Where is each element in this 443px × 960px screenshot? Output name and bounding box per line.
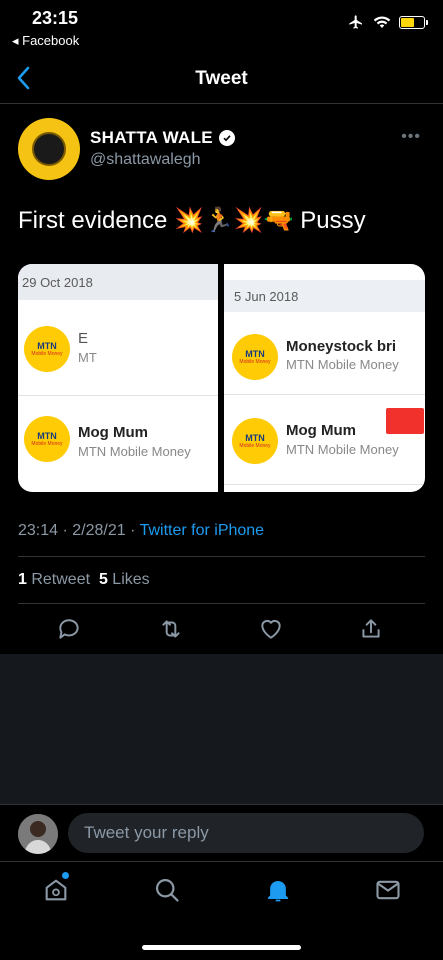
tweet-meta: 23:14 · 2/28/21 · Twitter for iPhone bbox=[18, 522, 264, 540]
transaction-name: Mog Mum bbox=[286, 422, 356, 439]
tweet-actions bbox=[0, 612, 443, 648]
author-name: SHATTA WALE bbox=[90, 128, 213, 147]
wifi-icon bbox=[373, 16, 391, 28]
media-image-right[interactable]: 5 Jun 2018 MTN Mobile Money Moneystock br… bbox=[224, 264, 425, 492]
bell-icon[interactable] bbox=[264, 876, 292, 904]
like-label[interactable]: Likes bbox=[108, 571, 149, 588]
tweet-timestamp: 23:14 · 2/28/21 · bbox=[18, 522, 140, 539]
divider bbox=[18, 556, 425, 557]
tweet-stats: 1 Retweet 5 Likes bbox=[18, 571, 150, 589]
more-icon[interactable]: ••• bbox=[401, 128, 421, 146]
author-handle[interactable]: @shattawalegh bbox=[90, 151, 201, 169]
transaction-name: E bbox=[78, 330, 89, 347]
comment-icon[interactable] bbox=[56, 616, 82, 642]
transaction-provider: MTN Mobile Money bbox=[286, 357, 399, 372]
reply-bar: Tweet your reply bbox=[0, 804, 443, 862]
verified-badge-icon bbox=[218, 130, 235, 146]
redaction-mark bbox=[386, 408, 424, 434]
mtn-logo: MTN Mobile Money bbox=[24, 416, 70, 462]
transaction-provider: MTN Mobile Money bbox=[286, 442, 399, 457]
home-icon[interactable] bbox=[42, 876, 70, 904]
airplane-icon bbox=[349, 15, 362, 29]
mtn-logo: MTN Mobile Money bbox=[232, 418, 278, 464]
navigation-bar: Tweet bbox=[0, 56, 443, 104]
transaction-name: Mog Mum bbox=[78, 424, 148, 441]
back-to-app-link[interactable]: ◂ Facebook bbox=[12, 33, 79, 49]
mail-icon[interactable] bbox=[374, 876, 402, 904]
retweet-label[interactable]: Retweet bbox=[27, 571, 90, 588]
reply-input[interactable]: Tweet your reply bbox=[68, 813, 424, 853]
status-time: 23:15 bbox=[32, 8, 79, 28]
author-name-row[interactable]: SHATTA WALE bbox=[90, 128, 235, 148]
page-title: Tweet bbox=[195, 68, 248, 89]
mtn-logo: MTN Mobile Money bbox=[232, 334, 278, 380]
tweet-text: First evidence 💥🏃💥🔫 Pussy bbox=[18, 207, 366, 234]
transaction-provider: MT bbox=[78, 350, 97, 365]
battery-icon bbox=[399, 15, 428, 29]
home-indicator bbox=[142, 945, 301, 950]
mtn-logo: MTN Mobile Money bbox=[24, 326, 70, 372]
date-header: 5 Jun 2018 bbox=[224, 280, 425, 312]
user-avatar[interactable] bbox=[18, 814, 58, 854]
tweet-media[interactable]: 29 Oct 2018 MTN Mobile Money E MT MTN Mobi… bbox=[18, 264, 425, 492]
share-icon[interactable] bbox=[358, 616, 384, 642]
divider bbox=[18, 603, 425, 604]
replies-area bbox=[0, 654, 443, 804]
retweet-count[interactable]: 1 bbox=[18, 571, 27, 588]
author-avatar[interactable] bbox=[18, 118, 80, 180]
transaction-name: Moneystock bri bbox=[286, 338, 397, 355]
heart-icon[interactable] bbox=[258, 616, 284, 642]
like-count[interactable]: 5 bbox=[99, 571, 108, 588]
tweet-source-link[interactable]: Twitter for iPhone bbox=[140, 522, 265, 539]
media-image-left[interactable]: 29 Oct 2018 MTN Mobile Money E MT MTN Mobi… bbox=[18, 264, 218, 492]
transaction-provider: MTN Mobile Money bbox=[78, 444, 191, 459]
retweet-icon[interactable] bbox=[158, 616, 184, 642]
status-icons bbox=[347, 14, 428, 30]
search-icon[interactable] bbox=[153, 876, 181, 904]
unread-dot bbox=[62, 872, 69, 879]
date-header: 29 Oct 2018 bbox=[18, 264, 218, 300]
